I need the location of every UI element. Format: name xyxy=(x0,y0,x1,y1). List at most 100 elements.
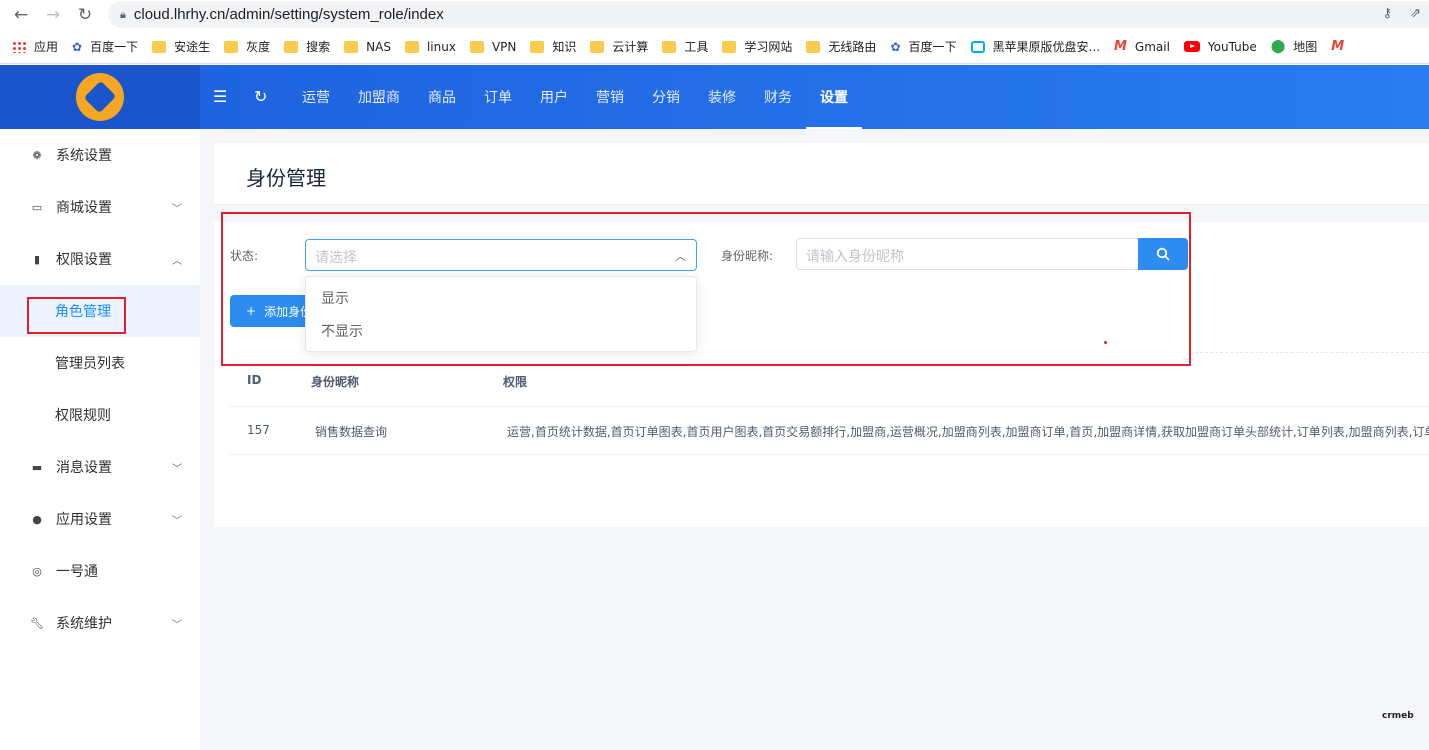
chevron-up-icon: ︿ xyxy=(172,256,182,267)
wrench-icon: 🔧︎ xyxy=(30,616,44,630)
menu-collapse-icon[interactable]: ☰ xyxy=(213,87,227,106)
folder-icon xyxy=(530,40,545,53)
bookmark-youtube[interactable]: YouTube xyxy=(1183,40,1257,54)
bookmark-folder[interactable]: 灰度 xyxy=(224,38,270,55)
logo-icon xyxy=(76,73,124,121)
top-nav: 运营 加盟商 商品 订单 用户 营销 分销 装修 财务 设置 xyxy=(288,65,862,129)
cell-permissions: 运营,首页统计数据,首页订单图表,首页用户图表,首页交易额排行,加盟商,运营概况… xyxy=(507,425,1429,439)
highlight-box xyxy=(221,212,1191,366)
nav-item-order[interactable]: 订单 xyxy=(470,65,526,129)
sidebar-item-permission-rules[interactable]: 权限规则 xyxy=(0,389,200,441)
address-bar[interactable]: 🔒︎ cloud.lhrhy.cn/admin/setting/system_r… xyxy=(108,1,1429,28)
baidu-icon: ✿ xyxy=(890,39,901,54)
folder-icon xyxy=(344,40,359,53)
target-icon: ◎ xyxy=(32,564,42,578)
bookmark-folder[interactable]: VPN xyxy=(469,40,516,54)
bookmark-folder[interactable]: 搜索 xyxy=(284,38,330,55)
sidebar-item-permission-settings[interactable]: ▮ 权限设置 ︿ xyxy=(0,233,200,285)
chevron-down-icon: ﹀ xyxy=(172,516,182,527)
back-icon[interactable]: ← xyxy=(10,4,32,26)
sidebar-item-yihaotong[interactable]: ◎ 一号通 xyxy=(0,545,200,597)
tv-icon xyxy=(970,40,985,53)
nav-item-user[interactable]: 用户 xyxy=(526,65,582,129)
map-pin-icon: ⬤ xyxy=(1270,39,1286,54)
bookmark-folder[interactable]: 云计算 xyxy=(590,38,648,55)
browser-toolbar: ← → ↻ 🔒︎ cloud.lhrhy.cn/admin/setting/sy… xyxy=(0,0,1429,30)
bookmark-maps[interactable]: ⬤ 地图 xyxy=(1271,38,1318,55)
bookmark-folder[interactable]: 学习网站 xyxy=(722,38,792,55)
nav-item-operation[interactable]: 运营 xyxy=(288,65,344,129)
bookmark-folder[interactable]: NAS xyxy=(344,40,391,54)
key-icon[interactable]: ⚷ xyxy=(1383,6,1393,21)
bookmark-baidu[interactable]: ✿ 百度一下 xyxy=(890,38,956,55)
lock-icon: 🔒︎ xyxy=(120,7,126,21)
logo-area[interactable] xyxy=(0,65,200,129)
youtube-icon xyxy=(1183,41,1200,52)
folder-icon xyxy=(469,40,484,53)
bookmark-icon: ▮ xyxy=(33,252,41,266)
nav-item-settings[interactable]: 设置 xyxy=(806,65,862,129)
annotation-dot xyxy=(1104,341,1107,344)
bookmark-folder[interactable]: 安途生 xyxy=(152,38,210,55)
folder-icon xyxy=(152,40,167,53)
nav-item-franchise[interactable]: 加盟商 xyxy=(344,65,414,129)
refresh-icon[interactable]: ↻ xyxy=(254,87,267,106)
bookmark-apps[interactable]: 应用 xyxy=(12,38,58,55)
gear-icon: ❁ xyxy=(32,148,42,162)
gmail-icon: M xyxy=(1113,39,1127,54)
reload-icon[interactable]: ↻ xyxy=(74,4,96,26)
share-icon[interactable]: ⇗ xyxy=(1410,6,1421,21)
table-row: 157 销售数据查询 运营,首页统计数据,首页订单图表,首页用户图表,首页交易额… xyxy=(230,407,1429,455)
folder-icon xyxy=(404,40,419,53)
nav-item-marketing[interactable]: 营销 xyxy=(582,65,638,129)
folder-icon xyxy=(284,40,299,53)
bookmark-gmail[interactable]: M xyxy=(1331,40,1352,53)
sidebar-item-message-settings[interactable]: ▬ 消息设置 ﹀ xyxy=(0,441,200,493)
chevron-down-icon: ﹀ xyxy=(172,464,182,475)
nav-item-decoration[interactable]: 装修 xyxy=(694,65,750,129)
cell-id: 157 xyxy=(247,423,270,437)
highlight-box xyxy=(27,297,126,334)
baidu-icon: ✿ xyxy=(72,39,83,54)
bookmark-baidu[interactable]: ✿ 百度一下 xyxy=(72,38,138,55)
bookmark-folder[interactable]: 工具 xyxy=(662,38,708,55)
folder-icon xyxy=(722,40,737,53)
folder-icon xyxy=(662,40,677,53)
sidebar-item-shop-settings[interactable]: ▭ 商城设置 ﹀ xyxy=(0,181,200,233)
column-header-id: ID xyxy=(247,373,262,387)
sidebar: ❁ 系统设置 ▭ 商城设置 ﹀ ▮ 权限设置 ︿ 角色管理 管理员列表 权限规则 ▬ 消息设… xyxy=(0,129,200,750)
bookmark-folder[interactable]: 知识 xyxy=(530,38,576,55)
column-header-permissions: 权限 xyxy=(503,375,528,389)
bookmarks-bar: 应用 ✿ 百度一下 安途生 灰度 搜索 NAS linux VPN 知识 云计算 … xyxy=(0,30,1429,64)
nav-item-product[interactable]: 商品 xyxy=(414,65,470,129)
page-title: 身份管理 xyxy=(246,166,326,190)
page-header: 身份管理 xyxy=(214,143,1429,205)
folder-icon xyxy=(224,40,239,53)
gmail-icon: M xyxy=(1331,39,1345,54)
chevron-down-icon: ﹀ xyxy=(172,620,182,631)
sidebar-item-admin-list[interactable]: 管理员列表 xyxy=(0,337,200,389)
watermark: crmeb xyxy=(1382,711,1414,721)
folder-icon xyxy=(590,40,605,53)
column-header-name: 身份昵称 xyxy=(311,375,360,389)
sidebar-item-app-settings[interactable]: ● 应用设置 ﹀ xyxy=(0,493,200,545)
cell-name: 销售数据查询 xyxy=(315,425,388,439)
folder-icon xyxy=(806,40,821,53)
message-icon: ▬ xyxy=(31,460,43,474)
app-icon: ● xyxy=(32,512,42,526)
sidebar-item-system-maintenance[interactable]: 🔧︎ 系统维护 ﹀ xyxy=(0,597,200,649)
url-text: cloud.lhrhy.cn/admin/setting/system_role… xyxy=(133,6,444,23)
bookmark-gmail[interactable]: M Gmail xyxy=(1114,40,1170,54)
nav-item-distribution[interactable]: 分销 xyxy=(638,65,694,129)
bookmark-folder[interactable]: linux xyxy=(404,40,456,54)
bookmark-bilibili[interactable]: 黑苹果原版优盘安... xyxy=(970,38,1100,55)
nav-item-finance[interactable]: 财务 xyxy=(750,65,806,129)
shop-icon: ▭ xyxy=(31,200,43,214)
chevron-down-icon: ﹀ xyxy=(172,204,182,215)
bookmark-folder[interactable]: 无线路由 xyxy=(806,38,876,55)
apps-icon xyxy=(12,40,26,53)
divider xyxy=(1190,352,1429,353)
sidebar-item-system-settings[interactable]: ❁ 系统设置 xyxy=(0,129,200,181)
forward-icon[interactable]: → xyxy=(42,4,64,26)
app-header: ☰ ↻ 运营 加盟商 商品 订单 用户 营销 分销 装修 财务 设置 xyxy=(0,65,1429,129)
